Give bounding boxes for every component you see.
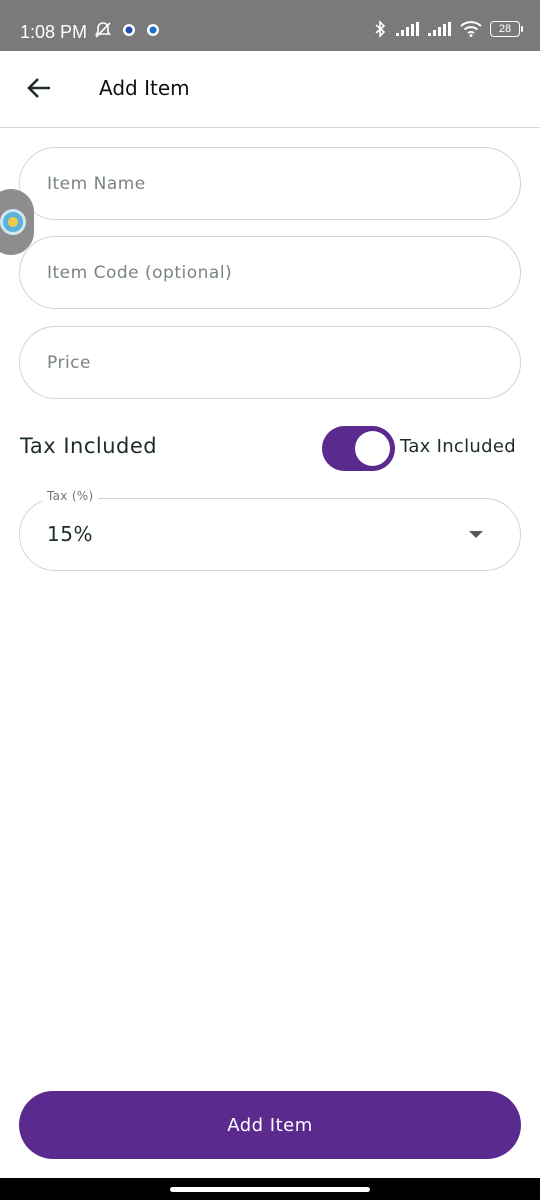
item-name-input[interactable] <box>47 148 487 219</box>
tax-dropdown-label: Tax (%) <box>42 489 99 503</box>
signal-icon <box>396 22 420 36</box>
status-time: 1:08 PM <box>20 22 88 42</box>
tax-included-row-label: Tax Included <box>20 434 158 458</box>
signal-icon <box>428 22 452 36</box>
bluetooth-icon <box>372 20 388 38</box>
status-left-icons <box>94 21 160 39</box>
item-name-field-container <box>19 147 521 220</box>
app-notification-icon <box>122 23 136 37</box>
back-button[interactable] <box>20 71 58 109</box>
app-notification-icon <box>146 23 160 37</box>
battery-icon: 28 <box>490 21 523 37</box>
tax-included-switch-label[interactable]: Tax Included <box>400 436 516 457</box>
tax-dropdown[interactable]: 15% <box>19 498 521 571</box>
arrow-left-icon <box>26 75 52 105</box>
caret-down-icon <box>469 531 483 538</box>
tax-switch-thumb <box>355 431 390 466</box>
home-indicator[interactable] <box>170 1187 370 1192</box>
app-bar: Add Item <box>0 51 540 128</box>
status-right-icons: 28 <box>372 20 523 38</box>
add-item-button[interactable]: Add Item <box>19 1091 521 1159</box>
price-input[interactable] <box>47 327 487 398</box>
page-title: Add Item <box>99 76 190 100</box>
bubble-dot <box>8 217 18 227</box>
tax-dropdown-value: 15% <box>47 522 93 546</box>
status-bar: 1:08 PM 28 <box>0 0 540 51</box>
bubble-app-icon <box>0 209 26 235</box>
tax-included-switch[interactable] <box>322 426 395 471</box>
floating-bubble[interactable] <box>0 189 34 255</box>
wifi-icon <box>460 21 482 37</box>
item-code-field-container <box>19 236 521 309</box>
navigation-bar <box>0 1178 540 1200</box>
bell-off-icon <box>94 21 112 39</box>
price-field-container <box>19 326 521 399</box>
item-code-input[interactable] <box>47 237 487 308</box>
